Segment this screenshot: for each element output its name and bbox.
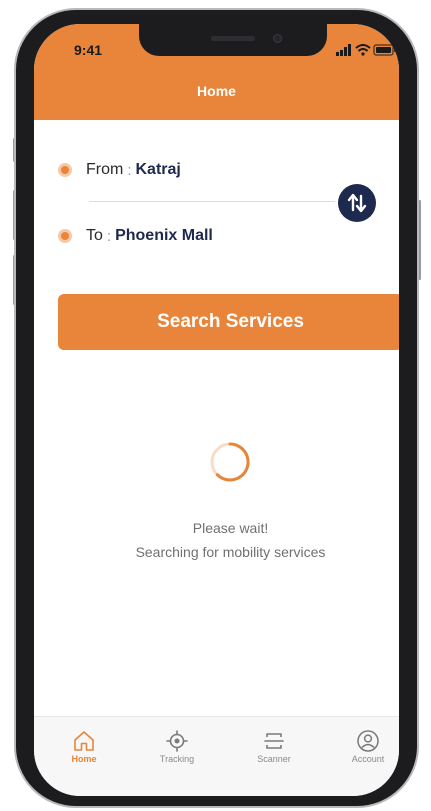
from-label: From: [86, 161, 124, 178]
from-separator: :: [127, 161, 132, 179]
from-value: Katraj: [135, 161, 181, 178]
route-divider: [89, 201, 335, 202]
signal-icon: [336, 44, 351, 56]
phone-screen: 9:41 Home From : Katraj To: Phoenix Mal…: [34, 24, 399, 796]
speaker-grille: [211, 36, 255, 41]
to-dot-icon: [58, 229, 72, 243]
loading-subtitle: Searching for mobility services: [135, 544, 326, 560]
to-label: To: [86, 227, 103, 244]
page-title: Home: [197, 83, 236, 99]
bottom-tab-bar: Home Tracking Scanner Account: [34, 716, 399, 796]
wifi-icon: [355, 44, 371, 56]
to-value: Phoenix Mall: [115, 227, 213, 244]
loading-spinner-icon: [210, 442, 250, 482]
swap-arrows-icon: [347, 193, 367, 213]
scanner-icon: [264, 733, 284, 749]
tab-account-label: Account: [351, 754, 385, 764]
loading-title: Please wait!: [192, 520, 269, 536]
to-separator: :: [106, 227, 112, 245]
tab-account[interactable]: Account: [336, 717, 399, 777]
notch: [139, 24, 327, 56]
crosshair-icon: [166, 730, 188, 752]
from-location-row[interactable]: From : Katraj: [58, 158, 181, 182]
status-time: 9:41: [74, 42, 103, 58]
to-location-row[interactable]: To : Phoenix Mall: [58, 224, 213, 248]
search-services-button[interactable]: Search Services: [58, 294, 399, 350]
tab-scanner-label: Scanner: [257, 754, 291, 764]
tab-home[interactable]: Home: [52, 717, 116, 777]
status-icons: [336, 44, 396, 56]
home-icon: [74, 731, 94, 751]
tab-tracking-label: Tracking: [159, 754, 195, 764]
tab-scanner[interactable]: Scanner: [242, 717, 306, 777]
user-icon: [357, 730, 379, 752]
tab-tracking[interactable]: Tracking: [145, 717, 209, 777]
swap-locations-button[interactable]: [338, 184, 376, 222]
tab-home-label: Home: [71, 754, 97, 764]
camera-icon: [273, 34, 282, 43]
battery-icon: [373, 44, 396, 56]
from-dot-icon: [58, 163, 72, 177]
